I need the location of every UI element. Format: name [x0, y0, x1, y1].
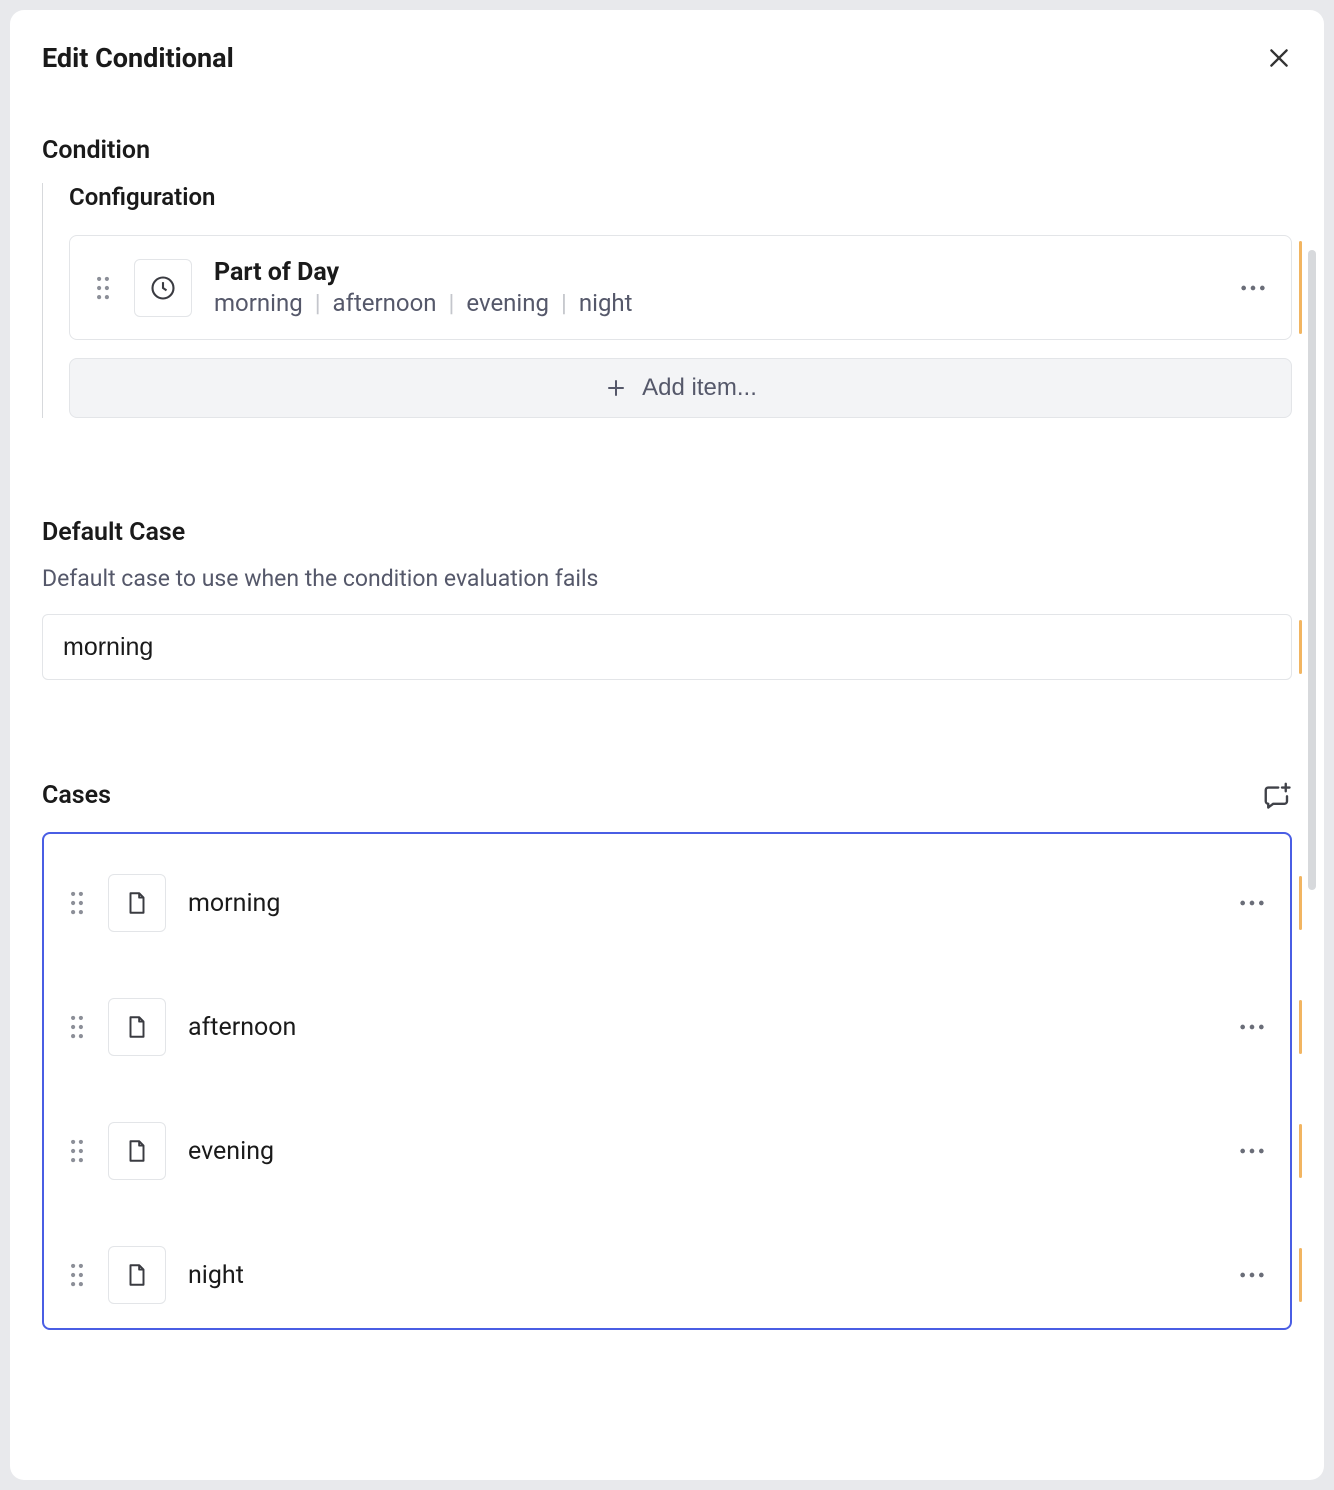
drag-handle[interactable] [68, 890, 86, 916]
add-item-button[interactable]: Add item... [69, 358, 1292, 418]
case-label: evening [188, 1137, 1216, 1166]
drag-handle[interactable] [68, 1138, 86, 1164]
drag-handle-icon [68, 1014, 86, 1040]
case-row[interactable]: afternoon [68, 980, 1266, 1074]
case-label: afternoon [188, 1013, 1216, 1042]
more-horizontal-icon [1239, 283, 1267, 293]
case-row[interactable]: morning [68, 856, 1266, 950]
plus-icon [604, 376, 628, 400]
case-icon-box [108, 1122, 166, 1180]
item-text-block: Part of Day morning| afternoon| evening|… [214, 258, 1217, 317]
cases-section: Cases morning [42, 780, 1292, 1330]
item-option-list: morning| afternoon| evening| night [214, 289, 1217, 317]
drag-handle[interactable] [68, 1262, 86, 1288]
item-icon-box [134, 259, 192, 317]
drag-handle[interactable] [68, 1014, 86, 1040]
document-icon [124, 890, 150, 916]
default-case-description: Default case to use when the condition e… [42, 565, 1292, 592]
configuration-block: Configuration Part of Day morning| after… [42, 183, 1292, 418]
more-horizontal-icon [1238, 1022, 1266, 1032]
case-label: night [188, 1261, 1216, 1290]
item-option: night [579, 289, 633, 317]
case-row[interactable]: night [68, 1228, 1266, 1322]
condition-section: Condition Configuration Part of Day morn… [42, 136, 1292, 418]
clock-icon [149, 274, 177, 302]
accent-bar [1299, 1248, 1302, 1302]
accent-bar [1299, 241, 1302, 334]
add-message-icon [1262, 780, 1292, 810]
document-icon [124, 1014, 150, 1040]
drag-handle-icon [68, 1262, 86, 1288]
condition-item[interactable]: Part of Day morning| afternoon| evening|… [69, 235, 1292, 340]
item-option: evening [466, 289, 549, 317]
more-horizontal-icon [1238, 1146, 1266, 1156]
case-row[interactable]: evening [68, 1104, 1266, 1198]
drag-handle-icon [68, 1138, 86, 1164]
case-more-button[interactable] [1238, 898, 1266, 908]
add-item-label: Add item... [642, 374, 757, 402]
cases-section-title: Cases [42, 781, 111, 810]
cases-list: morning afternoon [42, 832, 1292, 1330]
add-case-button[interactable] [1262, 780, 1292, 810]
default-case-input[interactable] [42, 614, 1292, 680]
case-icon-box [108, 874, 166, 932]
document-icon [124, 1262, 150, 1288]
close-button[interactable] [1266, 45, 1292, 71]
close-icon [1266, 45, 1292, 71]
document-icon [124, 1138, 150, 1164]
item-option: morning [214, 289, 303, 317]
default-case-section: Default Case Default case to use when th… [42, 518, 1292, 680]
item-title: Part of Day [214, 258, 1217, 287]
more-horizontal-icon [1238, 898, 1266, 908]
case-icon-box [108, 1246, 166, 1304]
case-more-button[interactable] [1238, 1022, 1266, 1032]
panel-header: Edit Conditional [42, 42, 1292, 74]
scrollbar[interactable] [1308, 250, 1316, 890]
edit-conditional-panel: Edit Conditional Condition Configuration… [10, 10, 1324, 1480]
item-option: afternoon [333, 289, 437, 317]
accent-bar [1299, 1000, 1302, 1054]
condition-section-title: Condition [42, 136, 1292, 165]
case-icon-box [108, 998, 166, 1056]
cases-header: Cases [42, 780, 1292, 810]
configuration-heading: Configuration [69, 183, 1292, 211]
case-more-button[interactable] [1238, 1270, 1266, 1280]
accent-bar [1299, 876, 1302, 930]
item-more-button[interactable] [1239, 283, 1267, 293]
case-more-button[interactable] [1238, 1146, 1266, 1156]
accent-bar [1299, 620, 1302, 674]
drag-handle-icon [68, 890, 86, 916]
more-horizontal-icon [1238, 1270, 1266, 1280]
default-case-title: Default Case [42, 518, 1292, 547]
accent-bar [1299, 1124, 1302, 1178]
drag-handle-icon [94, 275, 112, 301]
case-label: morning [188, 889, 1216, 918]
panel-title: Edit Conditional [42, 42, 234, 74]
drag-handle[interactable] [94, 275, 112, 301]
